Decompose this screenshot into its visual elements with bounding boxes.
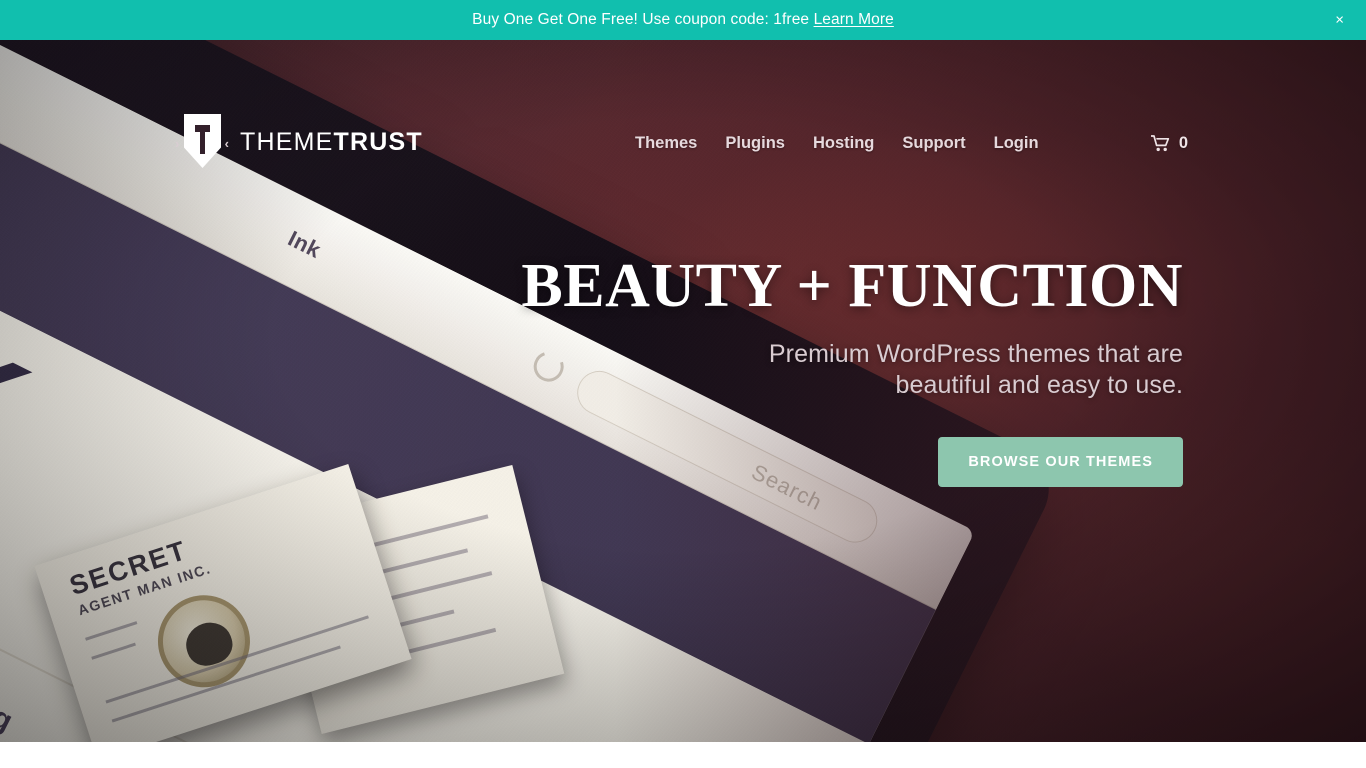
logo-wordmark-trust: TRUST [333,127,423,156]
hero-copy: BEAUTY + FUNCTION Premium WordPress them… [463,252,1183,487]
logo-wordmark: THEMETRUST [240,127,423,156]
site-header: › ‹ THEMETRUST Themes Plugins Hosting Su… [0,40,1366,168]
promo-learn-more-link[interactable]: Learn More [814,11,894,28]
shield-shape [184,114,221,168]
page-body-below-hero [0,742,1366,768]
close-icon[interactable]: × [1329,9,1350,32]
promo-banner: Buy One Get One Free! Use coupon code: 1… [0,0,1366,40]
logo-tick-left: › [175,136,180,151]
logo-letter-t [195,125,210,154]
logo-wordmark-theme: THEME [240,127,334,156]
main-navigation: Themes Plugins Hosting Support Login [635,134,1053,153]
nav-item-support[interactable]: Support [888,134,979,153]
promo-message: Buy One Get One Free! Use coupon code: 1… [472,11,894,29]
nav-item-login[interactable]: Login [980,134,1053,153]
nav-item-plugins[interactable]: Plugins [711,134,799,153]
browse-our-themes-button[interactable]: BROWSE OUR THEMES [938,436,1183,487]
hero-subtitle: Premium WordPress themes that are beauti… [463,339,1183,402]
hero-title: BEAUTY + FUNCTION [521,252,1183,320]
logo-tick-right: ‹ [224,136,229,151]
nav-item-themes[interactable]: Themes [635,134,711,153]
nav-item-hosting[interactable]: Hosting [799,134,888,153]
site-logo[interactable]: › ‹ THEMETRUST [175,114,423,170]
cart-button[interactable]: 0 [1150,134,1188,153]
hero-subtitle-line-1: Premium WordPress themes that are [768,340,1183,369]
shopping-cart-icon [1150,135,1169,152]
promo-message-text: Buy One Get One Free! Use coupon code: 1… [472,11,810,28]
cart-count: 0 [1178,134,1188,152]
hero-subtitle-line-2: beautiful and easy to use. [895,371,1183,400]
hero-section: Ink Search INK Portfolio About Us Blog B… [0,40,1366,742]
shield-icon: › ‹ [175,114,229,170]
